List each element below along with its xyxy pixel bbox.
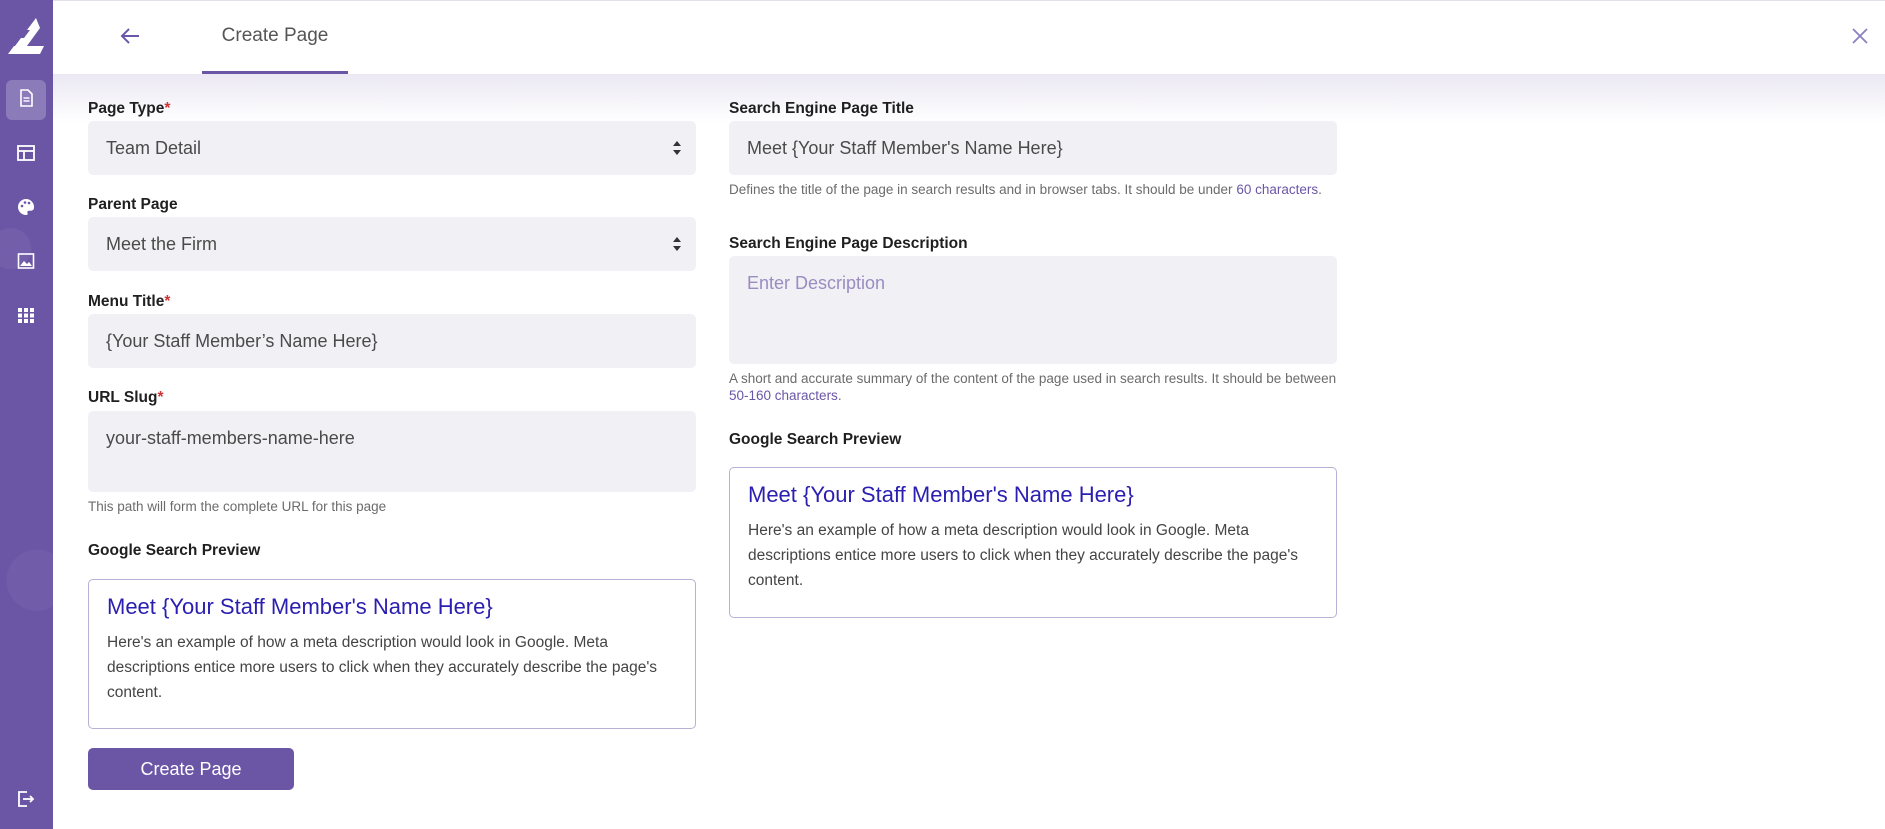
preview-description: Here's an example of how a meta descript…: [748, 522, 1299, 589]
sidebar: [0, 0, 53, 829]
seo-title-label: Search Engine Page Title: [729, 100, 914, 117]
page-type-label: Page Type*: [88, 100, 171, 117]
header-shadow: [53, 74, 1885, 124]
logout-button[interactable]: [6, 781, 46, 821]
seo-description-placeholder: Enter Description: [747, 273, 886, 293]
google-preview-left: Meet {Your Staff Member's Name Here} Her…: [88, 579, 696, 729]
page-type-value: Team Detail: [106, 137, 202, 158]
sidebar-item-pages[interactable]: [6, 80, 46, 120]
sidebar-item-media[interactable]: [6, 243, 46, 283]
seo-description-hint: A short and accurate summary of the cont…: [729, 371, 1337, 403]
layout-icon: [16, 143, 36, 168]
char-range-link: 50-160 characters: [729, 388, 838, 403]
tab-create-page[interactable]: Create Page: [202, 1, 348, 75]
seo-title-value: Meet {Your Staff Member's Name Here}: [747, 137, 1063, 158]
document-icon: [16, 88, 36, 113]
google-preview-right: Meet {Your Staff Member's Name Here} Her…: [729, 467, 1337, 618]
char-limit-link: 60 characters: [1236, 182, 1319, 197]
sort-caret-icon: [672, 140, 682, 156]
menu-title-label: Menu Title*: [88, 293, 171, 310]
menu-title-value: {Your Staff Member’s Name Here}: [106, 330, 378, 351]
seo-description-label: Search Engine Page Description: [729, 235, 968, 252]
sidebar-item-theme[interactable]: [6, 189, 46, 229]
parent-page-value: Meet the Firm: [106, 233, 218, 254]
sort-caret-icon: [672, 236, 682, 252]
close-button[interactable]: [1847, 25, 1873, 51]
url-slug-label: URL Slug*: [88, 389, 164, 406]
arrow-left-icon: [119, 25, 141, 52]
preview-title: Meet {Your Staff Member's Name Here}: [107, 594, 493, 619]
url-slug-hint: This path will form the complete URL for…: [88, 499, 387, 514]
menu-title-input[interactable]: {Your Staff Member’s Name Here}: [88, 314, 696, 368]
app-logo[interactable]: [6, 16, 44, 56]
url-slug-value: your-staff-members-name-here: [106, 428, 355, 448]
grid-icon: [16, 305, 36, 330]
header: Create Page: [53, 0, 1885, 75]
seo-description-textarea[interactable]: Enter Description: [729, 256, 1337, 364]
page-type-select[interactable]: Team Detail: [88, 121, 696, 175]
url-slug-input[interactable]: your-staff-members-name-here: [88, 411, 696, 492]
parent-page-select[interactable]: Meet the Firm: [88, 217, 696, 271]
parent-page-label: Parent Page: [88, 196, 178, 213]
create-page-button[interactable]: Create Page: [88, 748, 294, 790]
image-icon: [16, 251, 36, 276]
preview-title: Meet {Your Staff Member's Name Here}: [748, 482, 1134, 507]
close-icon: [1850, 26, 1870, 51]
logout-icon: [16, 789, 36, 814]
google-preview-label-right: Google Search Preview: [729, 431, 902, 448]
seo-title-input[interactable]: Meet {Your Staff Member's Name Here}: [729, 121, 1337, 175]
palette-icon: [16, 197, 36, 222]
sidebar-item-apps[interactable]: [6, 297, 46, 337]
seo-title-hint: Defines the title of the page in search …: [729, 182, 1322, 197]
preview-description: Here's an example of how a meta descript…: [107, 634, 658, 701]
sidebar-item-layouts[interactable]: [6, 135, 46, 175]
google-preview-label-left: Google Search Preview: [88, 542, 261, 559]
back-button[interactable]: [115, 23, 145, 53]
